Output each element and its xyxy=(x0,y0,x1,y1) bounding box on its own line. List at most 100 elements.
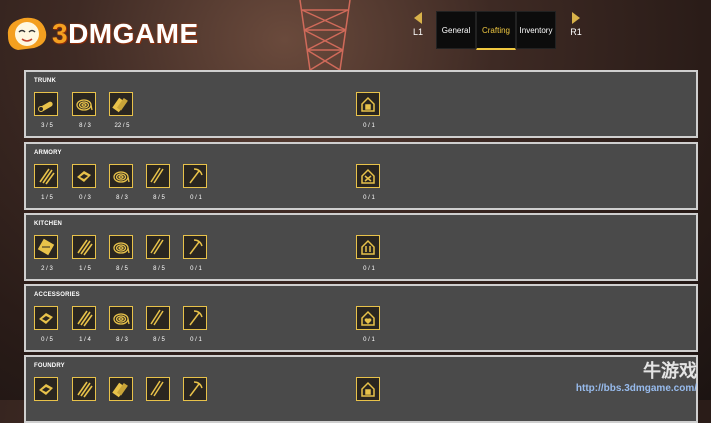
previous-tab-button[interactable]: L1 xyxy=(406,10,430,37)
material-slot[interactable]: 0 / 1 xyxy=(183,235,209,272)
material-slot[interactable]: 8 / 3 xyxy=(109,306,135,343)
planks-bundle-icon xyxy=(34,235,58,259)
watermark-title: 牛游戏 xyxy=(643,361,697,381)
material-slot[interactable]: 8 / 5 xyxy=(109,235,135,272)
material-count: 3 / 5 xyxy=(41,123,53,129)
tab-crafting[interactable]: Crafting xyxy=(476,11,516,50)
pickaxe-icon xyxy=(183,377,207,401)
build-target-slot[interactable]: 0 / 1 xyxy=(356,92,382,129)
material-slot[interactable]: 8 / 5 xyxy=(146,306,172,343)
material-count: 0 / 1 xyxy=(190,337,202,343)
material-slot[interactable]: 8 / 5 xyxy=(146,235,172,272)
rope-coil-icon xyxy=(72,92,96,116)
material-slot[interactable]: 8 / 5 xyxy=(146,164,172,201)
panel-accessories: ACCESSORIES 0 / 5 1 / 4 8 / 3 8 / 5 0 / 1 0 / … xyxy=(24,284,698,352)
rope-coil-icon xyxy=(109,164,133,188)
material-count: 0 / 5 xyxy=(41,337,53,343)
material-slot[interactable]: 1 / 4 xyxy=(72,306,98,343)
planks-icon xyxy=(109,377,133,401)
material-slot[interactable]: 8 / 3 xyxy=(109,164,135,201)
material-count: 0 / 1 xyxy=(190,266,202,272)
build-target-count: 0 / 1 xyxy=(363,266,375,272)
rope-coil-icon xyxy=(109,235,133,259)
build-target-count: 0 / 1 xyxy=(363,123,375,129)
watermark: 牛游戏 http://bbs.3dmgame.com/ xyxy=(576,357,697,394)
sticks-icon xyxy=(146,377,170,401)
logo-mascot-icon xyxy=(7,17,47,50)
material-slot[interactable]: 1 / 5 xyxy=(72,235,98,272)
build-target-count: 0 / 1 xyxy=(363,337,375,343)
material-slot[interactable] xyxy=(183,377,209,408)
chevron-left-icon xyxy=(414,12,422,24)
panel-kitchen: KITCHEN 2 / 3 1 / 5 8 / 5 8 / 5 0 / 1 0 / 1 xyxy=(24,213,698,281)
arrows-icon xyxy=(72,377,96,401)
material-count: 2 / 3 xyxy=(41,266,53,272)
arrows-icon xyxy=(34,164,58,188)
material-slot[interactable]: 0 / 1 xyxy=(183,164,209,201)
panel-title: ACCESSORIES xyxy=(34,292,80,298)
build-target-count: 0 / 1 xyxy=(363,195,375,201)
build-target-slot[interactable] xyxy=(356,377,382,408)
tab-general[interactable]: General xyxy=(436,11,476,49)
house-storage-icon xyxy=(356,377,380,401)
material-count: 0 / 1 xyxy=(190,195,202,201)
material-slot[interactable]: 3 / 5 xyxy=(34,92,60,129)
logo-wordmark: 3DMGAME xyxy=(52,18,199,49)
house-storage-icon xyxy=(356,92,380,116)
material-slot[interactable]: 0 / 1 xyxy=(183,306,209,343)
panel-title: KITCHEN xyxy=(34,221,63,227)
material-count: 8 / 5 xyxy=(116,266,128,272)
material-slot[interactable]: 0 / 3 xyxy=(72,164,98,201)
sticks-icon xyxy=(146,164,170,188)
previous-tab-shortcut: L1 xyxy=(412,27,423,37)
panel-armory: ARMORY 1 / 5 0 / 3 8 / 3 8 / 5 0 / 1 0 / 1 xyxy=(24,142,698,210)
build-target-slot[interactable]: 0 / 1 xyxy=(356,235,382,272)
house-heart-icon xyxy=(356,306,380,330)
panel-title: FOUNDRY xyxy=(34,363,65,369)
tab-inventory[interactable]: Inventory xyxy=(516,11,556,49)
house-crossed-icon xyxy=(356,164,380,188)
material-count: 8 / 5 xyxy=(153,195,165,201)
material-slot[interactable]: 22 / 5 xyxy=(109,92,135,129)
material-count: 1 / 4 xyxy=(79,337,91,343)
material-count: 1 / 5 xyxy=(79,266,91,272)
next-tab-shortcut: R1 xyxy=(570,27,582,37)
build-target-slot[interactable]: 0 / 1 xyxy=(356,164,382,201)
material-slot[interactable]: 1 / 5 xyxy=(34,164,60,201)
chevron-right-icon xyxy=(572,12,580,24)
material-count: 8 / 5 xyxy=(153,266,165,272)
planks-icon xyxy=(109,92,133,116)
material-slot[interactable] xyxy=(72,377,98,408)
material-count: 1 / 5 xyxy=(41,195,53,201)
material-slot[interactable]: 2 / 3 xyxy=(34,235,60,272)
material-count: 22 / 5 xyxy=(114,123,130,129)
sticks-icon xyxy=(146,235,170,259)
cloth-icon xyxy=(34,377,58,401)
panel-trunk: TRUNK 3 / 5 8 / 3 22 / 5 0 / 1 xyxy=(24,70,698,138)
tab-strip: General Crafting Inventory xyxy=(436,11,556,50)
logs-icon xyxy=(34,92,58,116)
arrows-icon xyxy=(72,306,96,330)
material-slot[interactable] xyxy=(109,377,135,408)
panel-title: TRUNK xyxy=(34,78,56,84)
material-slot[interactable] xyxy=(34,377,60,408)
material-slot[interactable]: 0 / 5 xyxy=(34,306,60,343)
pickaxe-icon xyxy=(183,306,207,330)
pickaxe-icon xyxy=(183,164,207,188)
panel-title: ARMORY xyxy=(34,150,62,156)
cloth-icon xyxy=(34,306,58,330)
material-count: 8 / 3 xyxy=(116,195,128,201)
cloth-icon xyxy=(72,164,96,188)
watermark-url: http://bbs.3dmgame.com/ xyxy=(575,383,697,394)
pickaxe-icon xyxy=(183,235,207,259)
next-tab-button[interactable]: R1 xyxy=(564,10,588,37)
material-slot[interactable] xyxy=(146,377,172,408)
build-target-slot[interactable]: 0 / 1 xyxy=(356,306,382,343)
sticks-icon xyxy=(146,306,170,330)
arrows-icon xyxy=(72,235,96,259)
site-logo: 3DMGAME xyxy=(4,14,199,54)
material-count: 0 / 3 xyxy=(79,195,91,201)
material-count: 8 / 3 xyxy=(116,337,128,343)
radio-tower-background xyxy=(299,0,351,70)
material-slot[interactable]: 8 / 3 xyxy=(72,92,98,129)
